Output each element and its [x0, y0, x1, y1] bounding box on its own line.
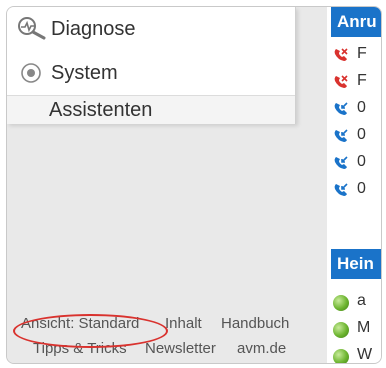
sidebar-item-label: Diagnose — [51, 17, 136, 40]
highlight-ellipse — [13, 314, 168, 348]
sidebar-item-label: System — [51, 61, 118, 84]
device-list-item[interactable]: a — [333, 292, 381, 314]
incoming-call-icon — [334, 156, 348, 169]
call-list-item[interactable]: 0 — [333, 99, 381, 121]
call-list-item[interactable]: F — [333, 45, 381, 67]
call-entry-text: F — [357, 72, 367, 89]
call-list-item[interactable]: 0 — [333, 126, 381, 148]
fritzbox-window: Diagnose System Assistenten Ansicht: Sta… — [6, 6, 382, 364]
incoming-call-icon — [334, 102, 348, 115]
device-entry-text: M — [357, 319, 371, 336]
call-list-item[interactable]: F — [333, 72, 381, 94]
call-entry-text: 0 — [357, 153, 366, 170]
call-list-item[interactable]: 0 — [333, 180, 381, 202]
footer-link-newsletter[interactable]: Newsletter — [145, 340, 216, 357]
sidebar-menu: Diagnose System Assistenten — [7, 7, 296, 124]
content-panel: Anru F F 0 0 0 0 Hein a M W — [327, 7, 381, 363]
missed-call-icon — [334, 48, 348, 61]
device-list-item[interactable]: M — [333, 319, 381, 341]
sidebar-item-diagnose[interactable]: Diagnose — [7, 7, 295, 51]
diagnose-icon — [17, 16, 47, 42]
online-status-icon — [333, 322, 349, 338]
online-status-icon — [333, 295, 349, 311]
sidebar-item-system[interactable]: System — [7, 51, 295, 95]
call-entry-text: 0 — [357, 99, 366, 116]
footer-link-handbuch[interactable]: Handbuch — [221, 315, 289, 332]
call-entry-text: F — [357, 45, 367, 62]
device-entry-text: a — [357, 292, 366, 309]
call-entry-text: 0 — [357, 180, 366, 197]
home-panel-header[interactable]: Hein — [331, 249, 381, 279]
incoming-call-icon — [334, 129, 348, 142]
device-entry-text: W — [357, 346, 373, 363]
footer-link-avm[interactable]: avm.de — [237, 340, 286, 357]
sidebar-item-label: Assistenten — [49, 98, 153, 121]
incoming-call-icon — [334, 183, 348, 196]
call-list-item[interactable]: 0 — [333, 153, 381, 175]
online-status-icon — [333, 349, 349, 363]
sidebar-item-assistenten[interactable]: Assistenten — [7, 95, 295, 124]
call-entry-text: 0 — [357, 126, 366, 143]
sidebar: Diagnose System Assistenten Ansicht: Sta… — [7, 7, 327, 363]
device-list-item[interactable]: W — [333, 346, 381, 363]
calls-panel-header[interactable]: Anru — [331, 7, 381, 37]
system-icon — [17, 60, 47, 86]
footer-link-inhalt[interactable]: Inhalt — [165, 315, 202, 332]
missed-call-icon — [334, 75, 348, 88]
